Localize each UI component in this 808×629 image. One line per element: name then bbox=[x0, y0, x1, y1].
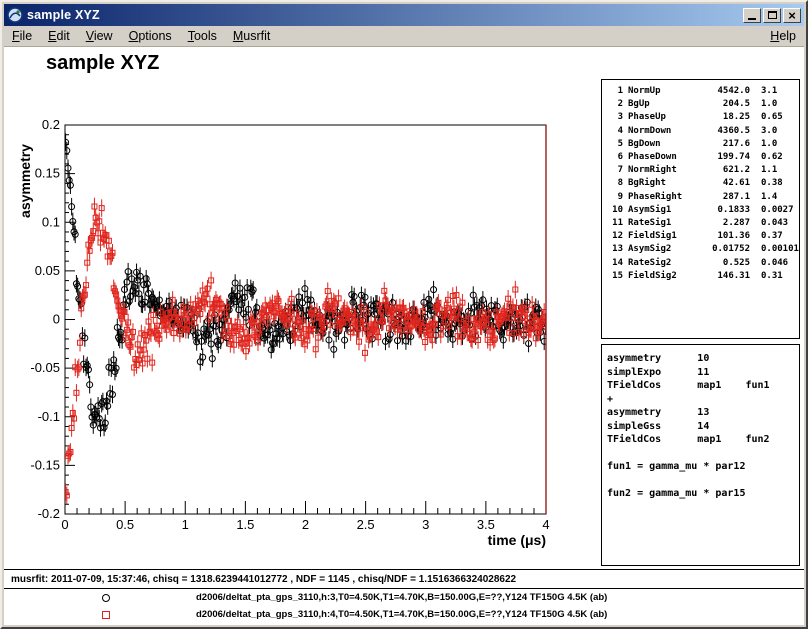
axes bbox=[65, 125, 546, 514]
legend-marker-cell bbox=[99, 611, 113, 619]
param-row: 10AsymSig10.18330.0027 bbox=[606, 204, 799, 217]
svg-text:0: 0 bbox=[53, 312, 60, 327]
svg-text:4: 4 bbox=[542, 517, 549, 532]
svg-text:-0.2: -0.2 bbox=[38, 506, 60, 521]
param-row: 7NormRight621.21.1 bbox=[606, 164, 799, 177]
fit-info: musrfit: 2011-07-09, 15:37:46, chisq = 1… bbox=[4, 570, 804, 589]
menu-view[interactable]: View bbox=[78, 26, 121, 46]
run-legend: d2006/deltat_pta_gps_3110,h:3,T0=4.50K,T… bbox=[4, 589, 804, 623]
menu-tools[interactable]: Tools bbox=[180, 26, 225, 46]
param-row: 9PhaseRight287.11.4 bbox=[606, 191, 799, 204]
close-icon: × bbox=[788, 10, 796, 21]
svg-text:-0.15: -0.15 bbox=[30, 457, 60, 472]
svg-text:0.1: 0.1 bbox=[42, 214, 60, 229]
param-row: 13AsymSig20.017520.00101 bbox=[606, 243, 799, 256]
param-row: 3PhaseUp18.250.65 bbox=[606, 111, 799, 124]
square-marker-icon bbox=[102, 611, 110, 619]
theory-text: asymmetry 10 simplExpo 11 TFieldCos map1… bbox=[607, 352, 799, 501]
series-2-points bbox=[63, 198, 548, 504]
close-button[interactable]: × bbox=[783, 8, 801, 23]
svg-text:0: 0 bbox=[61, 517, 68, 532]
legend-row: d2006/deltat_pta_gps_3110,h:4,T0=4.50K,T… bbox=[4, 606, 804, 623]
window-title: sample XYZ bbox=[27, 8, 739, 22]
app-icon bbox=[7, 7, 23, 23]
maximize-icon bbox=[768, 11, 777, 19]
svg-text:3.5: 3.5 bbox=[477, 517, 495, 532]
svg-text:2.5: 2.5 bbox=[357, 517, 375, 532]
param-row: 5BgDown217.61.0 bbox=[606, 138, 799, 151]
svg-text:3: 3 bbox=[422, 517, 429, 532]
svg-text:-0.05: -0.05 bbox=[30, 360, 60, 375]
param-row: 1NormUp4542.03.1 bbox=[606, 85, 799, 98]
parameter-box: 1NormUp4542.03.12BgUp204.51.03PhaseUp18.… bbox=[601, 79, 800, 339]
menu-edit[interactable]: Edit bbox=[40, 26, 78, 46]
menu-spacer bbox=[278, 26, 762, 46]
x-axis-title: time (μs) bbox=[488, 532, 546, 548]
series-1-points bbox=[63, 133, 549, 436]
title-bar[interactable]: sample XYZ × bbox=[4, 4, 804, 26]
svg-text:2: 2 bbox=[302, 517, 309, 532]
theory-box: asymmetry 10 simplExpo 11 TFieldCos map1… bbox=[601, 344, 800, 566]
app-window: sample XYZ × File Edit View Options Tool… bbox=[0, 0, 808, 629]
param-row: 11RateSig12.2870.043 bbox=[606, 217, 799, 230]
menu-musrfit[interactable]: Musrfit bbox=[225, 26, 279, 46]
minimize-button[interactable] bbox=[743, 8, 761, 23]
y-axis-title: asymmetry bbox=[17, 144, 33, 218]
legend-row: d2006/deltat_pta_gps_3110,h:3,T0=4.50K,T… bbox=[4, 589, 804, 606]
plot-footer: musrfit: 2011-07-09, 15:37:46, chisq = 1… bbox=[4, 569, 804, 623]
param-row: 8BgRight42.610.38 bbox=[606, 177, 799, 190]
legend-label: d2006/deltat_pta_gps_3110,h:3,T0=4.50K,T… bbox=[196, 592, 607, 603]
menu-options[interactable]: Options bbox=[121, 26, 180, 46]
svg-text:-0.1: -0.1 bbox=[38, 409, 60, 424]
param-row: 14RateSig20.5250.046 bbox=[606, 257, 799, 270]
param-row: 6PhaseDown199.740.62 bbox=[606, 151, 799, 164]
plot-title: sample XYZ bbox=[46, 52, 159, 75]
circle-marker-icon bbox=[102, 594, 110, 602]
param-row: 12FieldSig1101.360.37 bbox=[606, 230, 799, 243]
data-points bbox=[63, 133, 549, 504]
param-row: 2BgUp204.51.0 bbox=[606, 98, 799, 111]
root-canvas: 0 0.5 1 1.5 2 2.5 3 3.5 4 0.2 0.15 0.1 0.05 0 -0.05 -0.… bbox=[4, 47, 804, 625]
svg-text:0.5: 0.5 bbox=[116, 517, 134, 532]
window-controls: × bbox=[743, 8, 801, 23]
menu-bar: File Edit View Options Tools Musrfit Hel… bbox=[4, 26, 804, 47]
asymmetry-plot: 0 0.5 1 1.5 2 2.5 3 3.5 4 0.2 0.15 0.1 0.05 0 -0.05 -0.… bbox=[4, 47, 584, 559]
menu-file[interactable]: File bbox=[4, 26, 40, 46]
svg-text:0.2: 0.2 bbox=[42, 117, 60, 132]
svg-text:1.5: 1.5 bbox=[236, 517, 254, 532]
menu-help[interactable]: Help bbox=[762, 26, 804, 46]
svg-text:0.05: 0.05 bbox=[35, 263, 60, 278]
svg-text:1: 1 bbox=[182, 517, 189, 532]
maximize-button[interactable] bbox=[763, 8, 781, 23]
param-row: 4NormDown4360.53.0 bbox=[606, 125, 799, 138]
minimize-icon bbox=[748, 18, 756, 20]
param-row: 15FieldSig2146.310.31 bbox=[606, 270, 799, 283]
legend-label: d2006/deltat_pta_gps_3110,h:4,T0=4.50K,T… bbox=[196, 609, 607, 620]
svg-text:0.15: 0.15 bbox=[35, 166, 60, 181]
legend-marker-cell bbox=[99, 594, 113, 602]
